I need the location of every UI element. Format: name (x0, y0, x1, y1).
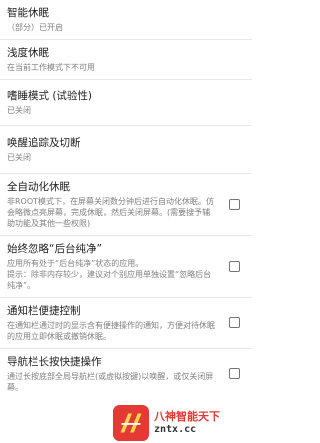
watermark-domain: zntx.cc (154, 423, 197, 435)
setting-summary: 通过长按底部全局导航栏(或虚拟按键)以唤醒，或仅关闭屏幕。 (7, 372, 214, 392)
setting-notification-control[interactable]: 通知栏便捷控制 在通知栏通过时的显示含有便捷操作的通知，方便对待休眠的应用立即休… (0, 298, 252, 349)
setting-navbar-longpress[interactable]: 导航栏长按快捷操作 通过长按底部全局导航栏(或虚拟按键)以唤醒，或仅关闭屏幕。 (0, 349, 252, 399)
site-logo-icon (112, 404, 150, 442)
site-watermark: 八神智能天下 zntx.cc (112, 403, 252, 443)
setting-summary: 在通知栏通过时的显示含有便捷操作的通知，方便对待休眠的应用立即休眠或撤销休眠。 (7, 321, 215, 341)
setting-summary: 已关闭 (7, 153, 31, 162)
notification-control-checkbox[interactable] (229, 317, 240, 328)
setting-title: 始终忽略“后台纯净” (7, 243, 102, 255)
setting-light-hibernation[interactable]: 浅度休眠 在当前工作模式下不可用 (0, 40, 252, 80)
navbar-longpress-checkbox[interactable] (229, 368, 240, 379)
setting-ignore-background-pure[interactable]: 始终忽略“后台纯净” 应用所有处于“后台纯净”状态的应用。 提示：除非内存较少，… (0, 236, 252, 298)
setting-summary: 非ROOT模式下，在屏幕关闭数分钟后进行自动化休眠。仿会略微点亮屏幕，完成休眠，… (7, 197, 215, 228)
settings-list: 智能休眠 （部分）已开启 浅度休眠 在当前工作模式下不可用 嗜睡模式 (试验性)… (0, 0, 252, 399)
setting-drowsy-mode[interactable]: 嗜睡模式 (试验性) 已关闭 (0, 80, 252, 126)
setting-title: 智能休眠 (7, 7, 49, 19)
setting-title: 浅度休眠 (7, 47, 49, 59)
setting-title: 通知栏便捷控制 (7, 305, 81, 317)
ignore-background-pure-checkbox[interactable] (229, 260, 240, 272)
setting-smart-hibernation[interactable]: 智能休眠 （部分）已开启 (0, 0, 252, 40)
setting-title: 嗜睡模式 (试验性) (7, 90, 93, 102)
setting-title: 唤醒追踪及切断 (7, 137, 81, 149)
setting-wakeup-tracking[interactable]: 唤醒追踪及切断 已关闭 (0, 126, 252, 174)
watermark-title: 八神智能天下 (154, 409, 220, 423)
setting-summary: 应用所有处于“后台纯净”状态的应用。 提示：除非内存较少，建议对个别应用单独设置… (7, 259, 212, 290)
setting-title: 导航栏长按快捷操作 (7, 356, 102, 368)
setting-auto-hibernation[interactable]: 全自动化休眠 非ROOT模式下，在屏幕关闭数分钟后进行自动化休眠。仿会略微点亮屏… (0, 174, 252, 236)
setting-summary: 在当前工作模式下不可用 (7, 63, 95, 72)
setting-summary: 已关闭 (7, 106, 31, 115)
auto-hibernation-checkbox[interactable] (229, 198, 240, 210)
setting-summary: （部分）已开启 (7, 23, 63, 32)
setting-title: 全自动化休眠 (7, 181, 70, 193)
